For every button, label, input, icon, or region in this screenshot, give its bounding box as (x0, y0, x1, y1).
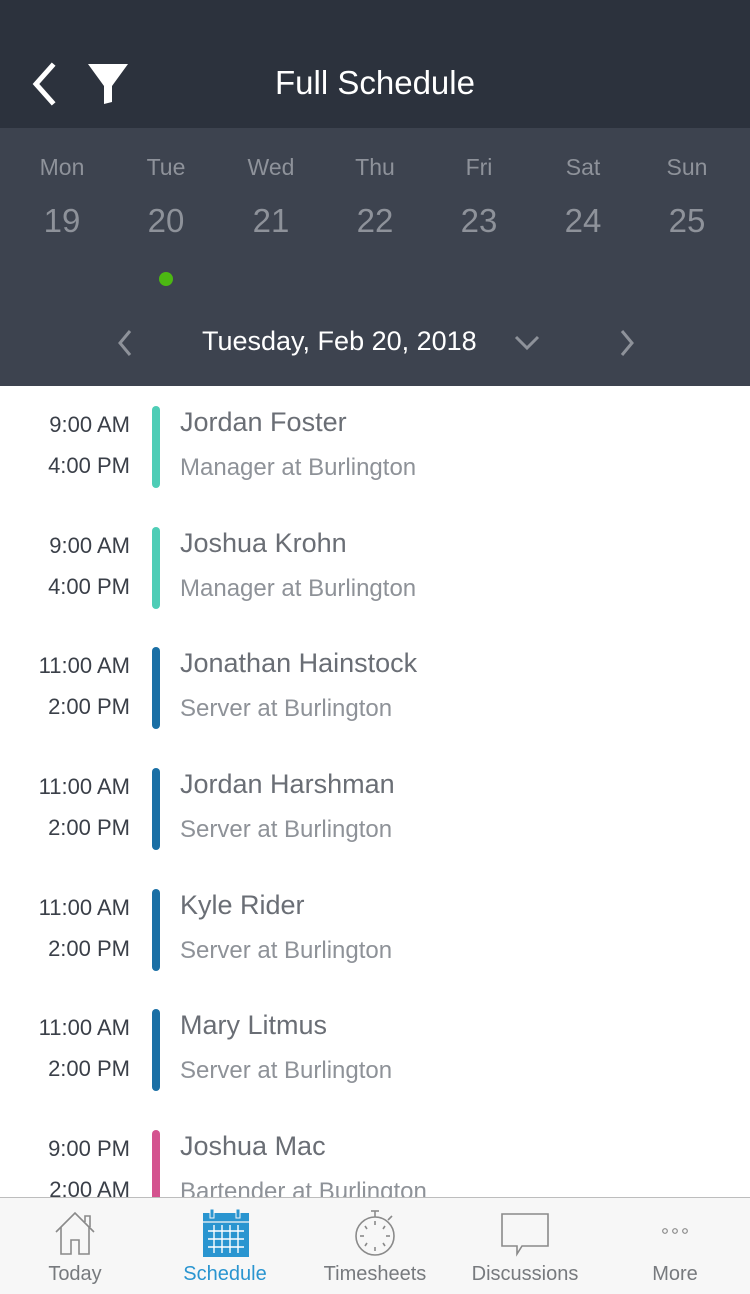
day-mon[interactable]: Mon 19 (10, 128, 114, 288)
day-fri[interactable]: Fri 23 (427, 128, 531, 288)
chevron-left-icon (118, 330, 132, 356)
shift-row[interactable]: 11:00 AM 2:00 PM Jordan Harshman Server … (0, 748, 750, 869)
day-number: 24 (564, 202, 602, 239)
shift-start-time: 11:00 AM (38, 895, 130, 920)
employee-role: Server at Burlington (180, 816, 393, 843)
position-color-bar (152, 406, 160, 488)
day-name: Tue (146, 154, 186, 180)
chat-bubble-icon (501, 1213, 549, 1257)
employee-role: Server at Burlington (180, 695, 393, 722)
shift-row[interactable]: 9:00 AM 4:00 PM Joshua Krohn Manager at … (0, 507, 750, 628)
week-strip: Mon 19 Tue 20 Wed 21 Thu 22 Fri 23 Sat 2… (0, 128, 750, 386)
day-number: 20 (147, 202, 185, 239)
shift-row[interactable]: 11:00 AM 2:00 PM Jonathan Hainstock Serv… (0, 627, 750, 748)
employee-name: Joshua Mac (180, 1131, 326, 1161)
employee-role: Server at Burlington (180, 1057, 393, 1084)
shift-row[interactable]: 9:00 AM 4:00 PM Jordan Foster Manager at… (0, 386, 750, 507)
tab-schedule[interactable]: Schedule (150, 1198, 300, 1294)
day-name: Wed (247, 154, 295, 180)
tab-label: Discussions (471, 1263, 579, 1285)
employee-name: Jonathan Hainstock (180, 648, 418, 678)
day-name: Mon (39, 154, 85, 180)
shift-indicator-dot (159, 272, 173, 286)
day-number: 25 (668, 202, 706, 239)
tab-label: Timesheets (323, 1263, 427, 1285)
shift-start-time: 11:00 AM (38, 1015, 130, 1040)
employee-name: Mary Litmus (180, 1010, 328, 1040)
position-color-bar (152, 1130, 160, 1197)
shift-end-time: 4:00 PM (48, 574, 130, 599)
day-tue[interactable]: Tue 20 (114, 128, 218, 288)
shift-end-time: 2:00 AM (49, 1177, 130, 1197)
day-name: Sun (666, 154, 708, 180)
day-number: 19 (43, 202, 81, 239)
stopwatch-icon (355, 1210, 395, 1256)
day-number: 22 (356, 202, 394, 239)
day-name: Sat (565, 154, 601, 180)
position-color-bar (152, 1009, 160, 1091)
tab-more[interactable]: More (600, 1198, 750, 1294)
employee-name: Jordan Foster (180, 407, 347, 437)
day-number: 21 (252, 202, 290, 239)
shift-start-time: 9:00 AM (49, 533, 130, 558)
calendar-icon (203, 1208, 249, 1257)
day-thu[interactable]: Thu 22 (323, 128, 427, 288)
shift-end-time: 2:00 PM (48, 694, 130, 719)
tab-discussions[interactable]: Discussions (450, 1198, 600, 1294)
shift-end-time: 4:00 PM (48, 453, 130, 478)
shift-list[interactable]: 9:00 AM 4:00 PM Jordan Foster Manager at… (0, 386, 750, 1197)
page-title: Full Schedule (275, 64, 475, 101)
shift-row[interactable]: 11:00 AM 2:00 PM Kyle Rider Server at Bu… (0, 869, 750, 990)
day-sat[interactable]: Sat 24 (531, 128, 635, 288)
chevron-down-icon (514, 335, 540, 351)
position-color-bar (152, 768, 160, 850)
day-number: 23 (460, 202, 498, 239)
shift-start-time: 9:00 AM (49, 412, 130, 437)
employee-name: Jordan Harshman (180, 769, 395, 799)
tab-label: Schedule (183, 1263, 267, 1285)
tab-timesheets[interactable]: Timesheets (300, 1198, 450, 1294)
employee-name: Joshua Krohn (180, 528, 347, 558)
employee-role: Server at Burlington (180, 937, 393, 964)
day-name: Fri (465, 154, 493, 180)
tab-label: More (652, 1263, 698, 1285)
day-sun[interactable]: Sun 25 (635, 128, 739, 288)
position-color-bar (152, 527, 160, 609)
shift-start-time: 11:00 AM (38, 653, 130, 678)
home-icon (55, 1211, 95, 1255)
employee-role: Manager at Burlington (180, 454, 417, 481)
position-color-bar (152, 647, 160, 729)
day-wed[interactable]: Wed 21 (219, 128, 323, 288)
shift-end-time: 2:00 PM (48, 815, 130, 840)
shift-row[interactable]: 9:00 PM 2:00 AM Joshua Mac Bartender at … (0, 1110, 750, 1197)
date-navigator: Tuesday, Feb 20, 2018 (0, 318, 750, 368)
more-dots-icon (662, 1228, 688, 1234)
employee-role: Manager at Burlington (180, 575, 417, 602)
employee-role: Bartender at Burlington (180, 1178, 427, 1197)
shift-end-time: 2:00 PM (48, 1056, 130, 1081)
employee-name: Kyle Rider (180, 890, 305, 920)
tab-today[interactable]: Today (0, 1198, 150, 1294)
previous-day-button[interactable] (112, 326, 140, 360)
date-picker-toggle[interactable] (512, 328, 542, 358)
chevron-right-icon (620, 330, 634, 356)
day-name: Thu (355, 154, 395, 180)
shift-end-time: 2:00 PM (48, 936, 130, 961)
shift-start-time: 9:00 PM (48, 1136, 130, 1161)
tab-label: Today (48, 1263, 102, 1285)
next-day-button[interactable] (612, 326, 640, 360)
position-color-bar (152, 889, 160, 971)
shift-row[interactable]: 11:00 AM 2:00 PM Mary Litmus Server at B… (0, 989, 750, 1110)
shift-start-time: 11:00 AM (38, 774, 130, 799)
bottom-tab-bar: Today Schedule Timesheets Discussions Mo… (0, 1197, 750, 1294)
top-nav-bar: Full Schedule (0, 0, 750, 128)
selected-date[interactable]: Tuesday, Feb 20, 2018 (202, 326, 477, 357)
